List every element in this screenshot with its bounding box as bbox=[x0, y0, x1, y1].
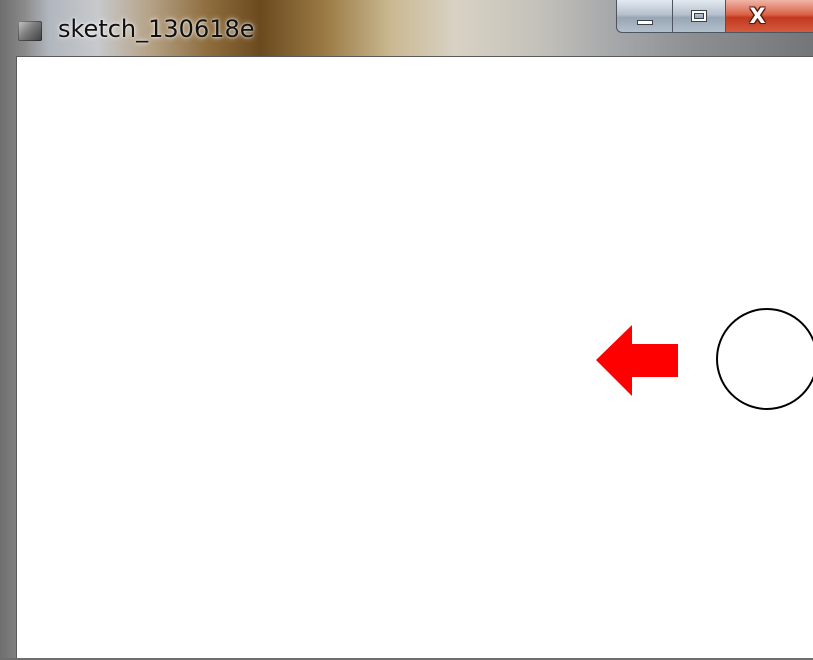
sketch-window: sketch_130618e X bbox=[0, 0, 813, 660]
maximize-button[interactable] bbox=[672, 0, 726, 33]
title-bar[interactable]: sketch_130618e X bbox=[0, 0, 813, 55]
minimize-button[interactable] bbox=[616, 0, 673, 33]
close-icon: X bbox=[749, 4, 766, 28]
sketch-canvas-area[interactable] bbox=[16, 56, 813, 658]
window-title: sketch_130618e bbox=[58, 15, 255, 43]
maximize-icon bbox=[691, 10, 707, 22]
app-icon[interactable] bbox=[18, 21, 42, 41]
minimize-icon bbox=[636, 19, 653, 25]
close-button[interactable]: X bbox=[725, 0, 813, 33]
circle bbox=[716, 308, 813, 410]
left-arrow bbox=[596, 325, 678, 396]
sketch-canvas bbox=[596, 308, 813, 410]
caption-buttons: X bbox=[616, 0, 813, 33]
